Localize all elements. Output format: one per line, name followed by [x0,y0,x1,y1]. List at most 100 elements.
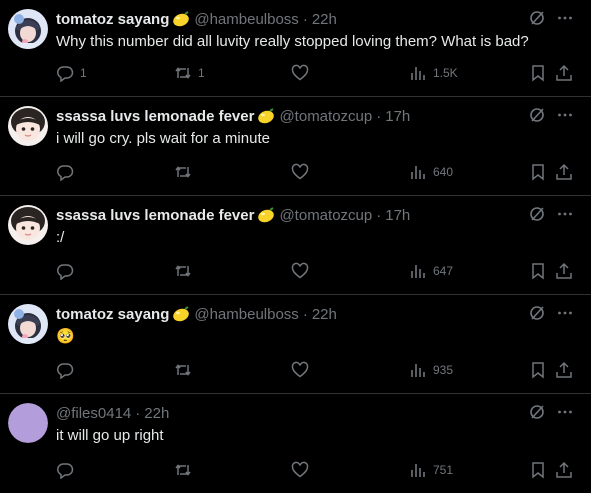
reply-button[interactable] [56,163,80,181]
bookmark-button[interactable] [529,163,547,181]
more-icon[interactable] [557,206,573,222]
handle[interactable]: @files0414 [56,405,131,422]
views-button[interactable]: 751 [409,461,453,479]
views-icon [411,364,425,377]
handle[interactable]: @tomatozcup [279,108,372,125]
retweet-icon [175,67,191,79]
display-name[interactable]: ssassa luvs lemonade fever [56,207,254,224]
views-button[interactable]: 935 [409,361,453,379]
views-button[interactable]: 647 [409,262,453,280]
share-icon [556,64,572,81]
like-icon [291,163,309,180]
retweet-icon [175,464,191,476]
retweet-button[interactable] [174,461,198,479]
separator-dot: · [135,404,141,422]
bookmark-button[interactable] [529,461,547,479]
handle[interactable]: @hambeulboss [194,11,298,28]
bookmark-icon [532,164,544,181]
view-count: 640 [433,165,454,179]
separator-dot: · [376,107,382,125]
timestamp[interactable]: 22h [312,306,337,323]
handle[interactable]: @hambeulboss [194,306,298,323]
like-icon [291,64,309,81]
tweet[interactable]: tomatoz sayang @hambeulboss · 22h 🥺 935 [0,295,591,394]
share-button[interactable] [555,64,573,82]
timestamp[interactable]: 22h [312,11,337,28]
like-button[interactable] [291,262,315,280]
like-button[interactable] [291,461,315,479]
views-button[interactable]: 640 [409,163,453,181]
retweet-button[interactable]: 1 [174,64,205,82]
avatar[interactable] [8,106,48,146]
tweet-text: 🥺 [56,328,75,345]
retweet-icon [175,166,191,178]
lemon-icon [173,306,190,322]
share-button[interactable] [555,361,573,379]
share-button[interactable] [555,461,573,479]
avatar[interactable] [8,205,48,245]
tweet-text: Why this number did all luvity really st… [56,33,529,50]
action-bar: 640 [56,163,573,181]
bookmark-button[interactable] [529,361,547,379]
tweet-text: :/ [56,229,65,246]
share-icon [556,262,572,279]
reply-count: 1 [80,66,87,80]
retweet-button[interactable] [174,163,198,181]
timestamp[interactable]: 22h [144,405,169,422]
view-count: 1.5K [433,66,458,80]
view-count: 751 [433,463,454,477]
like-button[interactable] [291,163,315,181]
tweet[interactable]: ssassa luvs lemonade fever @tomatozcup ·… [0,196,591,295]
grok-icon[interactable] [529,404,545,420]
separator-dot: · [302,10,308,28]
reply-button[interactable] [56,262,80,280]
reply-button[interactable] [56,361,80,379]
retweet-count: 1 [198,66,205,80]
more-icon[interactable] [557,10,573,26]
like-button[interactable] [291,64,315,82]
retweet-button[interactable] [174,361,198,379]
action-bar: 1 1 1.5K [56,64,573,82]
display-name[interactable]: tomatoz sayang [56,11,169,28]
like-icon [291,461,309,478]
bookmark-icon [532,263,544,280]
display-name[interactable]: ssassa luvs lemonade fever [56,108,254,125]
views-icon [411,67,425,80]
views-icon [411,265,425,278]
reply-icon [57,463,74,479]
more-icon[interactable] [557,107,573,123]
share-icon [556,163,572,180]
timestamp[interactable]: 17h [385,207,410,224]
grok-icon[interactable] [529,305,545,321]
tweet[interactable]: ssassa luvs lemonade fever @tomatozcup ·… [0,97,591,196]
views-button[interactable]: 1.5K [409,64,458,82]
share-button[interactable] [555,262,573,280]
view-count: 935 [433,363,454,377]
more-icon[interactable] [557,305,573,321]
grok-icon[interactable] [529,107,545,123]
reply-button[interactable] [56,461,80,479]
reply-button[interactable]: 1 [56,64,87,82]
retweet-icon [175,265,191,277]
tweet[interactable]: tomatoz sayang @hambeulboss · 22h Why th… [0,0,591,97]
more-icon[interactable] [557,404,573,420]
tweet[interactable]: @files0414 · 22h it will go up right 751 [0,394,591,493]
retweet-button[interactable] [174,262,198,280]
separator-dot: · [302,305,308,323]
grok-icon[interactable] [529,10,545,26]
views-icon [411,166,425,179]
tweet-text: it will go up right [56,427,164,444]
avatar[interactable] [8,403,48,443]
avatar[interactable] [8,304,48,344]
like-button[interactable] [291,361,315,379]
share-button[interactable] [555,163,573,181]
timestamp[interactable]: 17h [385,108,410,125]
handle[interactable]: @tomatozcup [279,207,372,224]
display-name[interactable]: tomatoz sayang [56,306,169,323]
avatar[interactable] [8,9,48,49]
bookmark-button[interactable] [529,262,547,280]
like-icon [291,361,309,378]
grok-icon[interactable] [529,206,545,222]
separator-dot: · [376,206,382,224]
bookmark-button[interactable] [529,64,547,82]
